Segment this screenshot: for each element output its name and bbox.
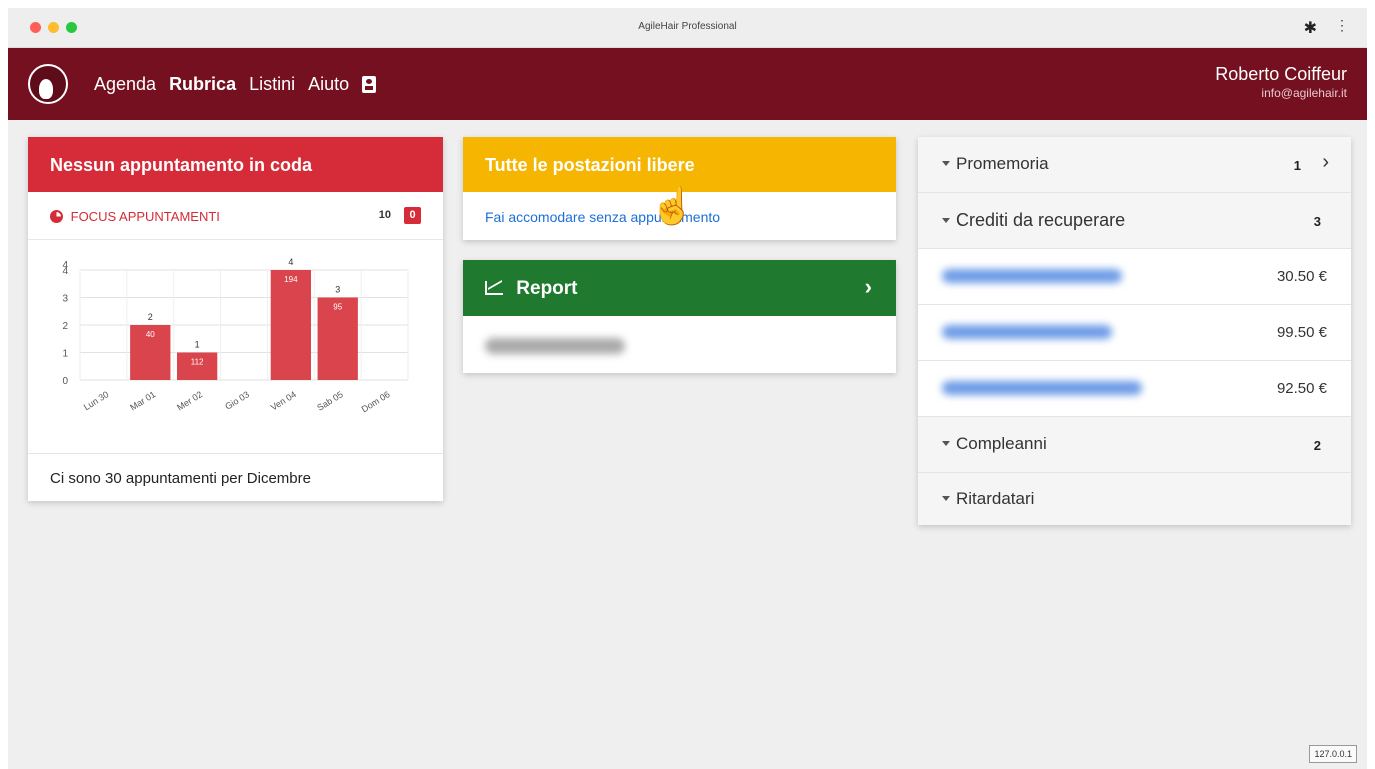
nav-item-aiuto[interactable]: Aiuto [308,74,349,95]
report-title: Report [516,278,578,299]
chart-bar-inner-label: 95 [333,303,342,312]
crediti-label: Crediti da recuperare [942,210,1125,231]
queue-card: Nessun appuntamento in coda FOCUS APPUNT… [28,137,443,501]
chart-y-tick-label: 3 [62,294,68,305]
contact-card-icon[interactable] [362,76,377,93]
promemoria-row[interactable]: Promemoria 1 › [918,137,1351,193]
focus-count: 10 [378,209,391,221]
caret-down-icon [942,218,950,223]
chart-data-label: 3 [335,285,340,295]
chevron-right-icon: › [864,274,872,299]
credit-client-name [942,325,1112,339]
chart-bar [270,270,312,380]
chart-y-tick-label: 2 [62,321,68,332]
caret-down-icon [942,496,950,501]
focus-label: FOCUS APPUNTAMENTI [70,209,220,224]
chart-data-label: 1 [195,340,200,350]
chart-bar-inner-label: 40 [146,330,155,339]
appointments-chart: 0 1 2 3 4 4 Lun 30 40 2 Mar 01 112 1 Mer 02 Gio 03 194… [28,240,443,450]
stations-card-title: Tutte le postazioni libere [463,137,896,192]
caret-down-icon [942,161,950,166]
compleanni-row[interactable]: Compleanni 2 [918,417,1351,473]
chart-x-tick-label: Lun 30 [82,389,111,412]
chart-x-tick-label: Gio 03 [223,389,251,412]
user-name: Roberto Coiffeur [1215,64,1347,84]
main-nav: Agenda Rubrica Listini Aiuto [94,74,389,95]
report-card: Report › [463,260,896,373]
queue-card-title: Nessun appuntamento in coda [28,137,443,192]
credit-amount: 99.50 € [1276,324,1327,341]
chart-x-tick-label: Ven 04 [269,389,298,412]
compleanni-count: 2 [1313,438,1321,453]
credit-amount: 92.50 € [1276,380,1327,397]
promemoria-label: Promemoria [942,154,1049,174]
queue-card-footer: Ci sono 30 appuntamenti per Dicembre [28,453,443,501]
ritardatari-label: Ritardatari [942,489,1034,509]
app-navbar: Agenda Rubrica Listini Aiuto Roberto Coi… [8,48,1367,120]
promemoria-count: 1 [1293,158,1301,173]
app-logo[interactable] [28,64,68,104]
user-email: info@agilehair.it [1261,86,1347,100]
line-chart-icon [485,281,503,295]
hand-pointer-cursor-icon: ☝ [650,185,695,226]
report-header-button[interactable]: Report › [463,260,896,316]
chevron-right-icon: › [1322,151,1329,173]
crediti-row[interactable]: Crediti da recuperare 3 [918,193,1351,249]
ritardatari-row[interactable]: Ritardatari [918,473,1351,525]
chart-data-label: 4 [288,257,293,267]
crediti-count: 3 [1313,214,1321,229]
chart-x-tick-label: Sab 05 [315,389,344,413]
chart-data-label: 2 [148,312,153,322]
chart-y-tick-label: 0 [62,376,68,387]
chart-bar-inner-label: 112 [191,358,204,367]
caret-down-icon [942,441,950,446]
credit-amount: 30.50 € [1276,268,1327,285]
window-title: AgileHair Professional [638,21,737,32]
user-info[interactable]: Roberto Coiffeur info@agilehair.it [1215,64,1347,100]
chart-x-tick-label: Mer 02 [175,389,204,412]
nav-item-agenda[interactable]: Agenda [94,74,156,95]
chart-bar-inner-label: 194 [284,275,298,284]
chart-y-tick-label: 4 [62,260,68,271]
credit-client-name [942,381,1142,395]
credit-item[interactable]: 92.50 € [918,361,1351,417]
nav-item-listini[interactable]: Listini [249,74,295,95]
credit-item[interactable]: 30.50 € [918,249,1351,305]
side-panel: Promemoria 1 › Crediti da recuperare 3 3… [918,137,1351,525]
version-label: 127.0.0.1 [1309,745,1357,763]
more-vert-icon[interactable]: ⋮ [1335,17,1349,34]
window-titlebar: AgileHair Professional ✱ ⋮ [8,8,1367,48]
nav-item-rubrica[interactable]: Rubrica [169,74,236,95]
focus-badge: 0 [404,207,421,224]
chart-x-tick-label: Mar 01 [128,389,157,412]
pie-chart-icon [50,210,63,223]
credit-client-name [942,269,1122,283]
chart-y-tick-label: 1 [62,349,68,360]
credit-item[interactable]: 99.50 € [918,305,1351,361]
chart-x-tick-label: Dom 06 [360,389,392,414]
compleanni-label: Compleanni [942,434,1047,454]
appointments-chart-svg: 0 1 2 3 4 4 Lun 30 40 2 Mar 01 112 1 Mer 02 Gio 03 194… [62,257,409,414]
puzzle-extension-icon[interactable]: ✱ [1304,18,1317,38]
report-redacted-text [485,338,625,354]
focus-appointments-row[interactable]: FOCUS APPUNTAMENTI 10 0 [28,192,443,240]
